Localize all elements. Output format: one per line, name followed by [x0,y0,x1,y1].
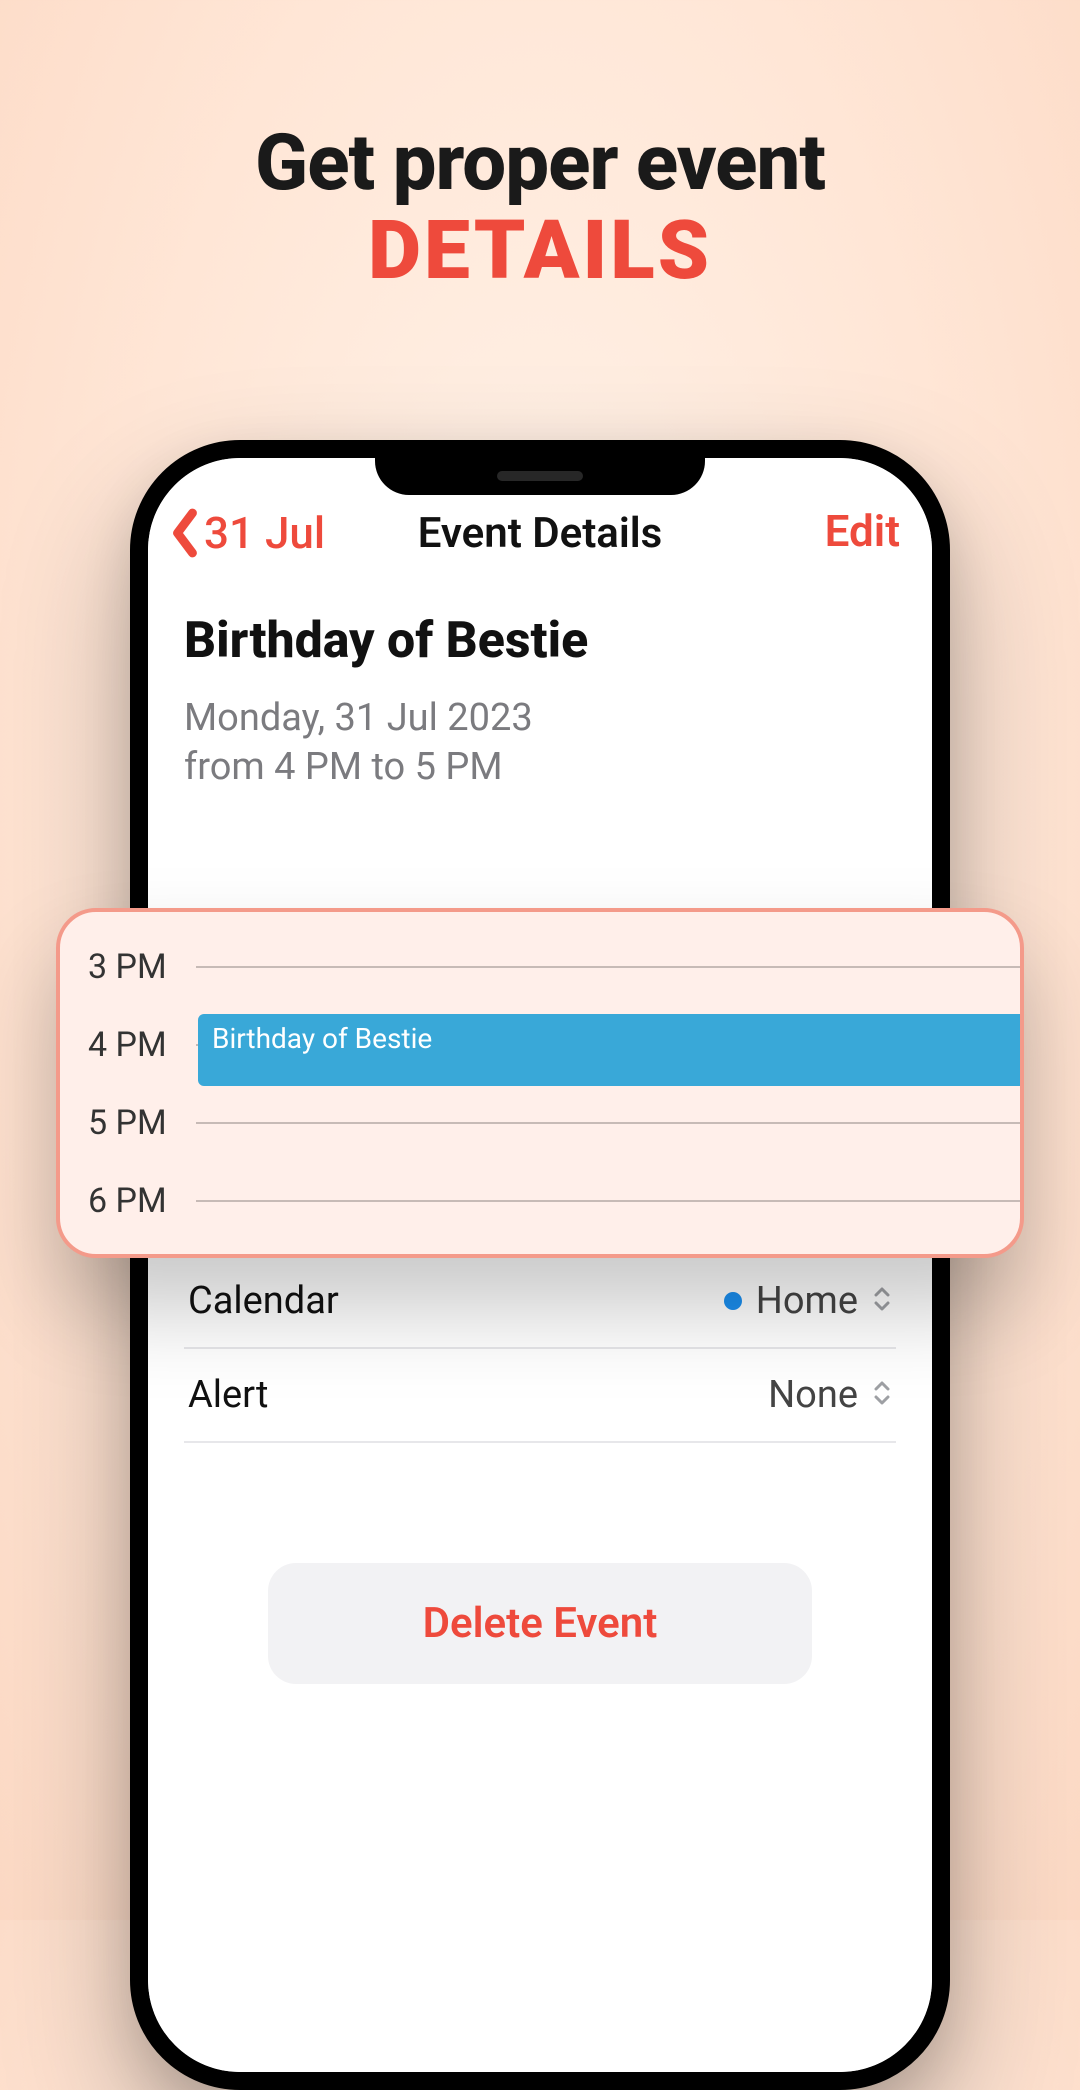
chevron-left-icon [170,508,200,558]
device-notch [375,440,705,495]
timeline-hour-label: 4 PM [88,1025,188,1065]
edit-button[interactable]: Edit [825,505,900,557]
timeline-gridline [196,1200,1020,1202]
timeline-event-block[interactable]: Birthday of Bestie [198,1014,1021,1086]
timeline-hour-label: 3 PM [88,947,188,987]
calendar-row[interactable]: Calendar Home [184,1253,896,1347]
alert-value: None [768,1373,892,1417]
calendar-label: Calendar [188,1279,339,1323]
timeline-row: 5 PM [88,1084,1020,1162]
headline-line-1: Get proper event [0,118,1080,209]
alert-setting: None [768,1373,858,1417]
timeline-hour-label: 5 PM [88,1103,188,1143]
event-header: Birthday of Bestie Monday, 31 Jul 2023 f… [148,612,932,793]
back-label: 31 Jul [204,507,325,559]
timeline-row: 3 PM [88,928,1020,1006]
timeline-gridline [196,1122,1020,1124]
event-title: Birthday of Bestie [184,612,896,670]
calendar-value: Home [724,1279,892,1323]
timeline-gridline [196,966,1020,968]
phone-frame: 31 Jul Event Details Edit Birthday of Be… [130,440,950,2090]
delete-event-button[interactable]: Delete Event [268,1563,812,1684]
event-date: Monday, 31 Jul 2023 [184,694,896,743]
alert-label: Alert [188,1373,268,1417]
calendar-color-dot [724,1292,742,1310]
screen: 31 Jul Event Details Edit Birthday of Be… [148,458,932,2072]
delete-wrap: Delete Event [148,1563,932,1684]
updown-icon [872,1373,892,1417]
back-button[interactable]: 31 Jul [170,507,325,559]
updown-icon [872,1279,892,1323]
timeline-overlay: 3 PM 4 PM 5 PM 6 PM Birthday of Bestie [56,908,1024,1258]
alert-row[interactable]: Alert None [184,1347,896,1443]
event-meta: Monday, 31 Jul 2023 from 4 PM to 5 PM [184,694,896,793]
page-title: Event Details [418,509,663,558]
timeline-row: 6 PM [88,1162,1020,1240]
event-time: from 4 PM to 5 PM [184,743,896,792]
marketing-headline: Get proper event DETAILS [0,118,1080,299]
calendar-name: Home [756,1279,858,1323]
timeline-hour-label: 6 PM [88,1181,188,1221]
notch-speaker [497,471,583,481]
settings-rows: Calendar Home Alert None [148,1253,932,1443]
headline-line-2: DETAILS [0,203,1080,299]
